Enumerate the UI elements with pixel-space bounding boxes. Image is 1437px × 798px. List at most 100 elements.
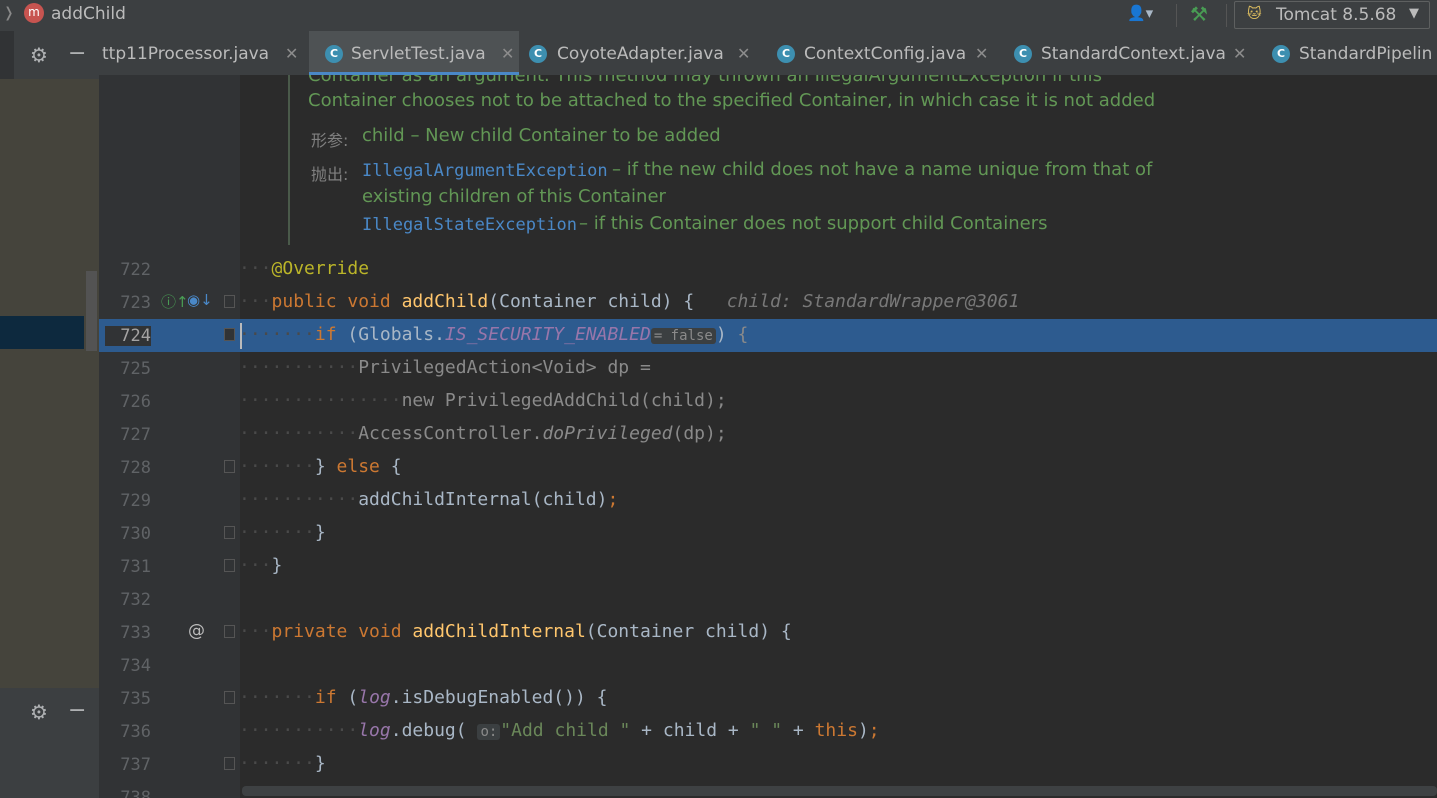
run-configuration-select[interactable]: 🐱 Tomcat 8.5.68 ▼	[1234, 1, 1430, 29]
code-text: ···········addChildInternal(child);	[239, 489, 619, 510]
code-text: ·······} else {	[239, 456, 402, 477]
editor-tabs: ttp11Processor.java ✕ C ServletTest.java…	[99, 31, 1437, 76]
fold-marker-icon[interactable]	[224, 526, 235, 539]
code-line[interactable]: 729 ···········addChildInternal(child);	[99, 484, 1437, 517]
breadcrumb-method[interactable]: addChild	[51, 4, 126, 24]
project-toolbar: ⚙ −	[0, 31, 99, 79]
implementation-icon[interactable]: ⓘ↑	[161, 291, 189, 312]
tab-servlettest[interactable]: C ServletTest.java ✕	[309, 31, 519, 75]
gear-icon[interactable]: ⚙	[30, 700, 48, 724]
code-fragment: )	[857, 720, 869, 741]
code-text: ·······}	[239, 753, 326, 774]
java-class-icon: C	[529, 45, 547, 63]
code-line[interactable]: 731 ···}	[99, 550, 1437, 583]
code-line[interactable]: 732	[99, 583, 1437, 616]
keyword: else	[336, 456, 380, 477]
javadoc-exception-link[interactable]: IllegalArgumentException	[362, 161, 608, 181]
line-number: 722	[120, 260, 151, 280]
inline-debug-value: = false	[650, 328, 716, 344]
code-fragment: {	[737, 324, 749, 345]
scrollbar-thumb[interactable]	[242, 786, 1437, 796]
minimize-icon[interactable]: −	[68, 698, 86, 723]
code-line[interactable]: 735 ·······if (log.isDebugEnabled()) {	[99, 682, 1437, 715]
line-number: 737	[120, 755, 151, 775]
close-icon[interactable]: ✕	[501, 44, 514, 63]
line-number: 738	[120, 788, 151, 798]
javadoc-exception-link[interactable]: IllegalStateException	[362, 215, 577, 235]
fold-marker-icon[interactable]	[224, 559, 235, 572]
fold-marker-icon[interactable]	[224, 691, 235, 704]
tab-standardpipeline[interactable]: C StandardPipelin	[1263, 31, 1437, 75]
fold-marker-icon[interactable]	[224, 328, 235, 341]
code-line[interactable]: 734	[99, 649, 1437, 682]
fold-marker-icon[interactable]	[224, 295, 235, 308]
code-line[interactable]: 726 ···············new PrivilegedAddChil…	[99, 385, 1437, 418]
field: log	[358, 687, 391, 708]
run-configuration-label: Tomcat 8.5.68	[1276, 5, 1397, 25]
code-editor[interactable]: Container as an argument. This method ma…	[99, 75, 1437, 798]
fold-marker-icon[interactable]	[224, 757, 235, 770]
code-text: ·······if (Globals.IS_SECURITY_ENABLED = …	[239, 324, 749, 345]
tab-label: ServletTest.java	[351, 44, 486, 64]
code-line[interactable]: 736 ···········log.debug( o: "Add child "…	[99, 715, 1437, 748]
method-name: addChildInternal	[412, 621, 586, 642]
tab-label: StandardContext.java	[1041, 44, 1226, 64]
tab-standardcontext[interactable]: C StandardContext.java ✕	[1005, 31, 1263, 75]
tab-contextconfig[interactable]: C ContextConfig.java ✕	[767, 31, 1005, 75]
code-line[interactable]: 737 ·······}	[99, 748, 1437, 781]
line-number: 730	[120, 524, 151, 544]
line-number: 723	[120, 293, 151, 313]
code-fragment: PrivilegedAction<Void> dp =	[358, 357, 651, 378]
line-number: 728	[120, 458, 151, 478]
project-scrollbar[interactable]	[86, 271, 97, 351]
javadoc-text: – if this Container does not support chi…	[579, 213, 1048, 234]
fold-marker-icon[interactable]	[224, 625, 235, 638]
chevron-down-icon: ▼	[1409, 6, 1419, 21]
minimize-icon[interactable]: −	[68, 41, 86, 66]
horizontal-scrollbar[interactable]	[240, 783, 1437, 798]
code-line[interactable]: 722 ···@Override	[99, 253, 1437, 286]
semicolon: ;	[868, 720, 880, 741]
code-line[interactable]: 733 @ ···private void addChildInternal(C…	[99, 616, 1437, 649]
javadoc-throws-tag: 抛出:	[311, 165, 349, 184]
line-number: 736	[120, 722, 151, 742]
code-line[interactable]: 730 ·······}	[99, 517, 1437, 550]
code-text: ···@Override	[239, 258, 370, 279]
close-icon[interactable]: ✕	[975, 44, 988, 63]
java-class-icon: C	[777, 45, 795, 63]
code-text: ···············new PrivilegedAddChild(ch…	[239, 390, 727, 411]
line-number: 734	[120, 656, 151, 676]
code-text: ·······if (log.isDebugEnabled()) {	[239, 687, 608, 708]
close-icon[interactable]: ✕	[285, 44, 298, 63]
code-line[interactable]: 728 ·······} else {	[99, 451, 1437, 484]
debug-value-hint: child: StandardWrapper@3061	[726, 291, 1020, 312]
line-number: 733	[120, 623, 151, 643]
overridden-icon[interactable]: ◉↓	[187, 291, 213, 309]
selected-tree-row[interactable]	[0, 316, 84, 349]
code-fragment: (	[336, 687, 359, 708]
code-line[interactable]: 725 ···········PrivilegedAction<Void> dp…	[99, 352, 1437, 385]
current-execution-line[interactable]: 724 ·······if (Globals.IS_SECURITY_ENABL…	[99, 319, 1437, 352]
tab-http11processor[interactable]: ttp11Processor.java ✕	[99, 31, 309, 75]
user-account-icon[interactable]: 👤▾	[1127, 4, 1153, 22]
keyword: new	[401, 390, 445, 411]
build-hammer-icon[interactable]: ⚒	[1190, 2, 1208, 26]
line-number: 735	[120, 689, 151, 709]
close-icon[interactable]: ✕	[1233, 44, 1246, 63]
fold-marker-icon[interactable]	[224, 460, 235, 473]
code-fragment: addChildInternal(child)	[358, 489, 608, 510]
keyword: if	[314, 687, 337, 708]
gear-icon[interactable]: ⚙	[30, 43, 48, 67]
java-class-icon: C	[1272, 45, 1290, 63]
code-text: ···········log.debug( o: "Add child " + c…	[239, 720, 880, 741]
code-fragment: }	[314, 522, 326, 543]
code-text: ·······}	[239, 522, 326, 543]
method-name: addChild	[401, 291, 489, 312]
code-line[interactable]: 723 ⓘ↑ ◉↓ ···public void addChild(Contai…	[99, 286, 1437, 319]
string-literal: "Add child "	[500, 720, 631, 741]
at-annotation-icon[interactable]: @	[188, 621, 205, 641]
tab-coyoteadapter[interactable]: C CoyoteAdapter.java ✕	[519, 31, 767, 75]
code-line[interactable]: 727 ···········AccessController.doPrivil…	[99, 418, 1437, 451]
close-icon[interactable]: ✕	[737, 44, 750, 63]
tab-label: StandardPipelin	[1299, 44, 1433, 64]
